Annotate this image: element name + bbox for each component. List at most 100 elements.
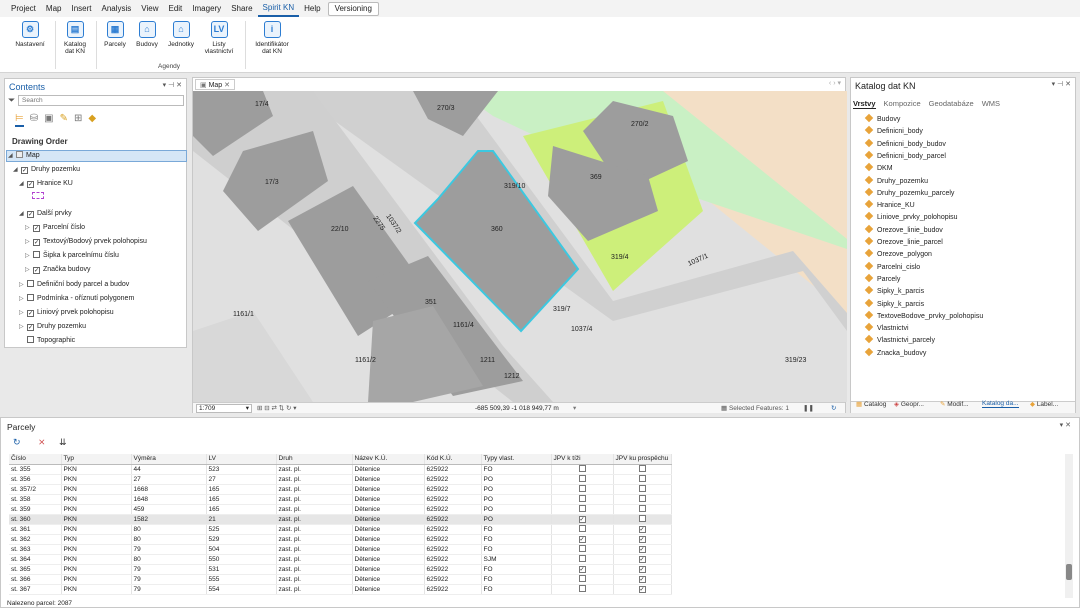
map-nav-icons[interactable]: ‹ › ▾: [829, 79, 841, 87]
identifikator-button[interactable]: i Identifikátor dat KN: [250, 21, 294, 55]
selection-icon[interactable]: ▣: [44, 113, 53, 127]
catalog-item[interactable]: Liniove_prvky_polohopisu: [864, 212, 958, 221]
column-header[interactable]: Typ: [61, 454, 132, 465]
panel-controls[interactable]: ▾ ✕: [1060, 421, 1071, 429]
data-source-icon[interactable]: ⛁: [30, 113, 38, 127]
checkbox[interactable]: [578, 494, 586, 502]
catalog-item[interactable]: Sipky_k_parcis: [864, 298, 924, 308]
checkbox[interactable]: [578, 544, 586, 552]
table-cell[interactable]: [613, 464, 672, 475]
refresh-icon[interactable]: ↻: [13, 437, 21, 448]
tree-topo[interactable]: Topographic: [19, 334, 75, 348]
menu-analysis[interactable]: Analysis: [96, 0, 136, 17]
scale-dropdown[interactable]: 1:709 ▾: [196, 404, 252, 413]
checkbox[interactable]: ✓: [638, 535, 646, 543]
checkbox[interactable]: [638, 514, 646, 522]
table-scrollbar[interactable]: [1065, 454, 1073, 598]
bottom-tab-katalog[interactable]: Katalog da...: [982, 400, 1019, 408]
catalog-item[interactable]: Vlastnictvi: [864, 322, 909, 332]
labeling-icon[interactable]: ◆: [88, 113, 96, 127]
checkbox[interactable]: [638, 484, 646, 492]
pause-icon[interactable]: ❚❚: [803, 403, 814, 414]
catalog-item[interactable]: DKM: [864, 162, 893, 172]
table-row[interactable]: st. 363 PKN 79 504 zast. pl. Dětenice 625922 FO…: [9, 544, 672, 555]
table-cell[interactable]: ✓: [551, 514, 614, 525]
checkbox[interactable]: ✓: [638, 555, 646, 563]
bottom-tab-modif[interactable]: ✎ Modif...: [940, 400, 969, 408]
checkbox[interactable]: [638, 494, 646, 502]
checkbox[interactable]: [578, 584, 586, 592]
map-canvas[interactable]: 17/4 270/3 270/2 17/3 369 319/10 1037/2 …: [193, 91, 847, 402]
table-cell[interactable]: [613, 494, 672, 505]
menu-spirit-kn[interactable]: Spirit KN: [257, 0, 300, 17]
catalog-item[interactable]: Hranice_KU: [864, 199, 915, 209]
catalog-item[interactable]: Budovy: [864, 113, 900, 123]
checkbox[interactable]: ✓: [578, 515, 586, 523]
table-row[interactable]: st. 360 PKN 1582 21 zast. pl. Dětenice 625922 P…: [9, 514, 672, 525]
column-header[interactable]: Druh: [276, 454, 353, 465]
table-cell[interactable]: ✓: [613, 524, 672, 535]
panel-controls[interactable]: ▾ ⊣ ✕: [163, 81, 182, 89]
checkbox[interactable]: ✓: [638, 585, 646, 593]
table-cell[interactable]: [551, 584, 614, 595]
table-cell[interactable]: [551, 484, 614, 495]
catalog-item[interactable]: Definicni_body_budov: [864, 138, 946, 148]
menu-share[interactable]: Share: [226, 0, 257, 17]
nastaveni-button[interactable]: ⚙ Nastavení: [12, 21, 48, 48]
table-row[interactable]: st. 364 PKN 80 550 zast. pl. Dětenice 625922 SJ…: [9, 554, 672, 565]
checkbox[interactable]: ✓: [578, 535, 586, 543]
menu-map[interactable]: Map: [41, 0, 67, 17]
catalog-item[interactable]: Orezove_polygon: [864, 249, 932, 258]
tree-liniovy[interactable]: ▷ ✓ Liniový prvek polohopisu: [19, 306, 114, 320]
menu-help[interactable]: Help: [299, 0, 325, 17]
tree-znacka[interactable]: ▷ ✓ Značka budovy: [25, 263, 90, 277]
tree-druhy[interactable]: ◢ ✓ Druhy pozemku: [13, 163, 80, 177]
table-cell[interactable]: [551, 524, 614, 535]
table-row[interactable]: st. 362 PKN 80 529 zast. pl. Dětenice 625922 FO…: [9, 534, 672, 545]
catalog-item[interactable]: TextoveBodove_prvky_polohopisu: [864, 310, 983, 320]
tree-definicni[interactable]: ▷ Definiční body parcel a budov: [19, 278, 129, 292]
catalog-item[interactable]: Definicni_body: [864, 126, 923, 135]
catalog-item[interactable]: Vlastnictvi_parcely: [864, 335, 935, 344]
checkbox[interactable]: [578, 464, 586, 472]
tree-hranice[interactable]: ◢ ✓ Hranice KU: [19, 177, 73, 191]
catalog-item[interactable]: Definicni_body_parcel: [864, 150, 946, 160]
column-header[interactable]: JPV ku prospěchu: [613, 454, 672, 465]
table-row[interactable]: st. 366 PKN 79 555 zast. pl. Dětenice 625922 FO…: [9, 574, 672, 585]
map-tool-icons[interactable]: ⊞ ⊟ ⇄ ⇅ ↻ ▾: [257, 403, 297, 414]
table-cell[interactable]: [551, 554, 614, 565]
column-header[interactable]: LV: [206, 454, 277, 465]
checkbox[interactable]: [578, 554, 586, 562]
bottom-tab-geopr[interactable]: ◈ Geopr...: [894, 400, 924, 408]
table-cell[interactable]: [613, 474, 672, 485]
menu-versioning[interactable]: Versioning: [327, 1, 379, 16]
table-cell[interactable]: ✓: [613, 544, 672, 555]
catalog-item[interactable]: Orezove_linie_budov: [864, 224, 943, 234]
checkbox[interactable]: [578, 504, 586, 512]
table-row[interactable]: st. 365 PKN 79 531 zast. pl. Dětenice 625922 FO…: [9, 564, 672, 575]
table-row[interactable]: st. 357/2 PKN 1668 165 zast. pl. Dětenice 6259…: [9, 484, 672, 495]
checkbox[interactable]: ✓: [638, 525, 646, 533]
table-cell[interactable]: [551, 574, 614, 585]
catalog-item[interactable]: Druhy_pozemku_parcely: [864, 187, 954, 197]
table-cell[interactable]: ✓: [613, 574, 672, 585]
drawing-order-icon[interactable]: ⊨: [15, 113, 24, 127]
table-cell[interactable]: ✓: [613, 554, 672, 565]
table-cell[interactable]: [551, 504, 614, 515]
panel-controls[interactable]: ▾ ⊣ ✕: [1052, 80, 1071, 88]
catalog-item[interactable]: Druhy_pozemku: [864, 175, 928, 185]
tree-parcelni[interactable]: ▷ ✓ Parcelní číslo: [25, 221, 85, 235]
checkbox[interactable]: [638, 504, 646, 512]
tree-dalsi[interactable]: ◢ ✓ Další prvky: [19, 207, 72, 221]
catalog-item[interactable]: Znacka_budovy: [864, 347, 926, 357]
jednotky-button[interactable]: ⌂ Jednotky: [164, 21, 198, 48]
tree-podminka[interactable]: ▷ Podmínka - oříznutí polygonem: [19, 292, 134, 306]
column-header[interactable]: JPV k tíži: [551, 454, 614, 465]
close-icon[interactable]: ✕: [224, 82, 230, 89]
expand-icon[interactable]: ⇊: [59, 437, 67, 448]
checkbox[interactable]: [578, 524, 586, 532]
map-tab[interactable]: ▣ Map ✕: [195, 79, 236, 90]
checkbox[interactable]: ✓: [638, 545, 646, 553]
checkbox[interactable]: ✓: [578, 565, 586, 573]
contents-search-input[interactable]: [18, 95, 184, 106]
